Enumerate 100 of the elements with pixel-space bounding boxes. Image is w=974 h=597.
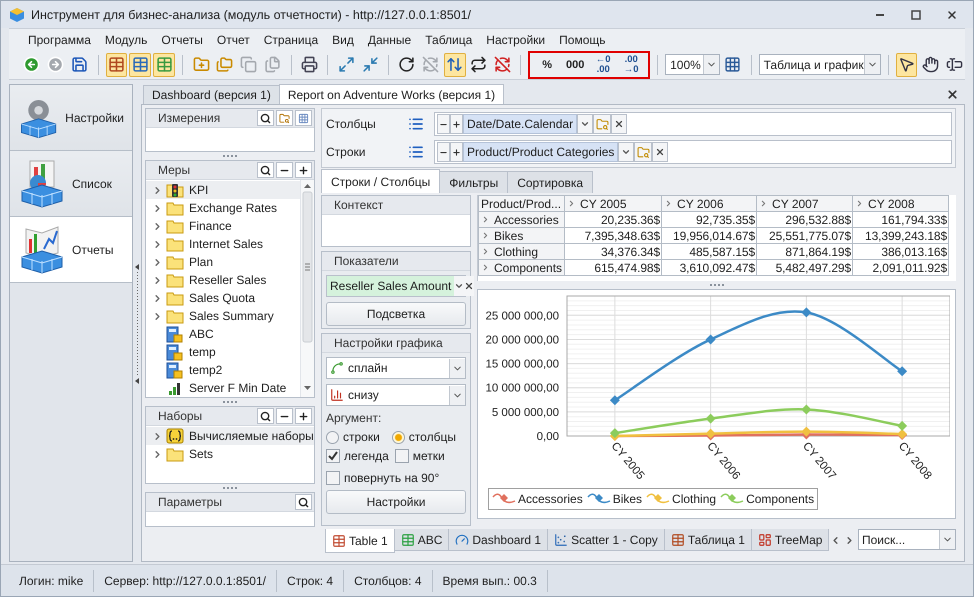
search-button[interactable] [257,408,274,424]
search-field[interactable]: Поиск... [858,529,956,550]
sheet-tab[interactable]: Dashboard 1 [448,529,548,551]
tab[interactable]: Сортировка [507,171,594,193]
tree-item[interactable]: temp2 [146,361,300,379]
search-button[interactable] [257,162,274,178]
tree-item[interactable]: KPI [146,181,300,199]
tree-item[interactable]: Вычисляемые наборы [146,427,314,445]
menu-item[interactable]: Данные [360,30,418,50]
remove-button[interactable] [652,142,668,162]
highlight-button[interactable]: Подсветка [326,302,466,326]
checkbox-option[interactable]: метки [394,449,445,463]
view-select[interactable]: Таблица и график [758,54,881,75]
search-button[interactable] [295,494,312,510]
radio-button[interactable] [392,430,405,444]
format-button[interactable]: 000 [563,54,588,76]
tab[interactable]: Строки / Столбцы [321,169,440,193]
close-button[interactable] [946,88,959,100]
resize-grip[interactable] [222,154,238,158]
tree-item[interactable]: Plan [146,253,300,271]
field-chip[interactable]: Product/Product Categories [463,142,618,162]
scrollbar[interactable] [300,180,314,397]
checkbox-option[interactable]: повернуть на 90° [326,471,440,485]
sheet-tab[interactable]: Table 1 [325,529,395,553]
menu-item[interactable]: Отчет [210,30,257,50]
dropdown-button[interactable] [618,142,634,162]
resize-grip[interactable] [708,284,724,286]
format-button[interactable]: % [535,54,560,76]
tree-item[interactable]: Sets [146,445,314,463]
column-header[interactable]: Product/Prod... [478,196,565,212]
legend-position-select[interactable]: снизу [326,384,466,406]
table-cell: 19,956,014.67$ [662,228,757,244]
decimal-button[interactable]: .00 →0 [619,52,644,76]
menu-item[interactable]: Таблица [418,30,480,50]
menu-item[interactable]: Настройки [479,30,552,50]
tree-item[interactable]: Exchange Rates [146,199,300,217]
sheet-icon [400,532,415,546]
expand-button[interactable] [295,408,312,424]
collapse-button[interactable] [276,408,293,424]
menu-item[interactable]: Помощь [552,30,612,50]
column-header[interactable]: CY 2006 [662,196,757,212]
row-header[interactable]: Accessories [478,212,565,228]
row-header[interactable]: Components [478,260,565,276]
measure-chip[interactable]: Reseller Sales Amount [327,276,454,296]
tree-item[interactable]: Reseller Sales [146,271,300,289]
tree-item[interactable]: Finance [146,217,300,235]
remove-button[interactable] [437,142,450,162]
sheet-tab[interactable]: Таблица 1 [664,529,752,551]
tab[interactable]: Фильтры [439,171,508,193]
expand-button[interactable] [295,162,312,178]
collapse-button[interactable] [276,162,293,178]
collapse-handle[interactable] [134,264,140,384]
dropdown-button[interactable] [577,114,594,134]
menu-item[interactable]: Отчеты [154,30,210,50]
settings-button[interactable]: Настройки [326,490,466,514]
menu-item[interactable]: Программа [21,30,98,50]
decimal-button[interactable]: ←0 .00 [591,52,616,76]
resize-grip[interactable] [222,486,238,490]
tree-item[interactable]: Sales Summary [146,307,300,325]
menu-item[interactable]: Вид [325,30,361,50]
remove-button[interactable] [611,114,628,134]
menu-item[interactable]: Модуль [98,30,154,50]
field-chip[interactable]: Date/Date.Calendar [463,114,578,134]
row-header[interactable]: Bikes [478,228,565,244]
menu-item[interactable]: Страница [256,30,326,50]
row-header[interactable]: Clothing [478,244,565,260]
remove-button[interactable] [437,114,450,134]
checkbox[interactable] [394,449,409,463]
column-header[interactable]: CY 2008 [852,196,949,212]
tree-item[interactable]: Server F Min Date [146,379,300,397]
search-button[interactable] [257,110,274,126]
resize-grip[interactable] [222,400,238,404]
nav-item[interactable]: Отчеты [10,217,132,283]
nav-item[interactable]: Настройки [10,85,132,151]
search-input[interactable]: Поиск... [859,532,939,546]
tree-item[interactable]: temp [146,343,300,361]
checkbox[interactable] [326,449,340,463]
document-tab[interactable]: Report on Adventure Works (версия 1) [278,84,504,104]
column-header[interactable]: CY 2005 [564,196,662,212]
dropdown-button[interactable] [454,276,464,296]
sheet-tab[interactable]: ABC [394,529,450,551]
radio-option[interactable]: строки [326,430,380,444]
tree-item[interactable]: ABC [146,325,300,343]
sheet-tab[interactable]: Scatter 1 - Copy [547,529,665,551]
document-tab[interactable]: Dashboard (версия 1) [143,85,280,104]
chart-type-select[interactable]: сплайн [326,357,466,379]
pointer-tool[interactable] [896,52,918,76]
sheet-tab[interactable]: TreeMap [750,529,830,551]
add-button[interactable] [450,142,463,162]
add-button[interactable] [450,114,463,134]
checkbox-option[interactable]: легенда [326,449,389,463]
remove-button[interactable] [464,276,474,296]
tree-item[interactable]: Internet Sales [146,235,300,253]
radio-option[interactable]: столбцы [392,430,456,444]
column-header[interactable]: CY 2007 [756,196,853,212]
nav-item[interactable]: Список [10,151,132,217]
zoom-select[interactable]: 100% [665,54,720,75]
checkbox[interactable] [326,471,340,485]
tree-item[interactable]: Sales Quota [146,289,300,307]
radio-button[interactable] [326,430,339,444]
